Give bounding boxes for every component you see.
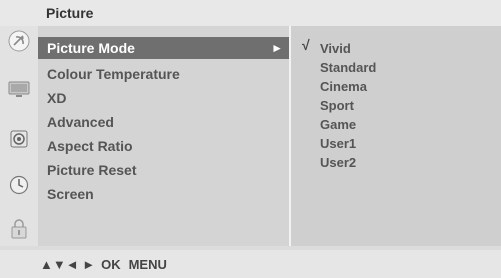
lock-icon[interactable]	[6, 216, 32, 242]
option-standard[interactable]: Standard	[320, 60, 376, 75]
tv-screen-icon[interactable]	[6, 76, 32, 102]
tv-osd-menu: Picture Picture Mode ► Colour Temperatur…	[0, 0, 501, 278]
ok-key-hint: OK	[101, 256, 121, 272]
satellite-dish-icon[interactable]	[6, 28, 32, 54]
menu-item-label: Screen	[47, 186, 94, 202]
check-mark-icon: √	[302, 37, 310, 53]
menu-key-hint: MENU	[128, 256, 167, 272]
menu-item-colour-temperature[interactable]: Colour Temperature	[38, 63, 289, 85]
menu-item-label: Picture Mode	[47, 40, 135, 56]
clock-icon[interactable]	[6, 172, 32, 198]
menu-item-picture-reset[interactable]: Picture Reset	[38, 159, 289, 181]
title-bar: Picture	[0, 0, 501, 26]
picture-menu-list: Picture Mode ► Colour Temperature XD Adv…	[38, 26, 289, 246]
option-sport[interactable]: Sport	[320, 98, 354, 113]
option-vivid[interactable]: Vivid	[320, 41, 351, 56]
option-cinema[interactable]: Cinema	[320, 79, 367, 94]
menu-item-xd[interactable]: XD	[38, 87, 289, 109]
page-title: Picture	[46, 5, 94, 21]
menu-item-advanced[interactable]: Advanced	[38, 111, 289, 133]
menu-item-label: XD	[47, 90, 67, 106]
navigation-help-bar: ▲▼◄ ► OK MENU	[0, 250, 501, 278]
submenu-arrow-icon: ►	[271, 41, 283, 55]
option-user2[interactable]: User2	[320, 155, 356, 170]
menu-item-screen[interactable]: Screen	[38, 183, 289, 205]
navigation-arrows-icon: ▲▼◄ ►	[40, 256, 96, 272]
menu-item-aspect-ratio[interactable]: Aspect Ratio	[38, 135, 289, 157]
option-game[interactable]: Game	[320, 117, 356, 132]
picture-mode-options: √ Vivid Standard Cinema Sport Game User1…	[291, 26, 501, 246]
menu-item-label: Picture Reset	[47, 162, 137, 178]
menu-item-label: Colour Temperature	[47, 66, 180, 82]
menu-item-picture-mode[interactable]: Picture Mode ►	[38, 37, 289, 59]
speaker-icon[interactable]	[6, 126, 32, 152]
menu-item-label: Aspect Ratio	[47, 138, 133, 154]
option-user1[interactable]: User1	[320, 136, 356, 151]
menu-item-label: Advanced	[47, 114, 114, 130]
category-icon-rail	[0, 26, 38, 246]
